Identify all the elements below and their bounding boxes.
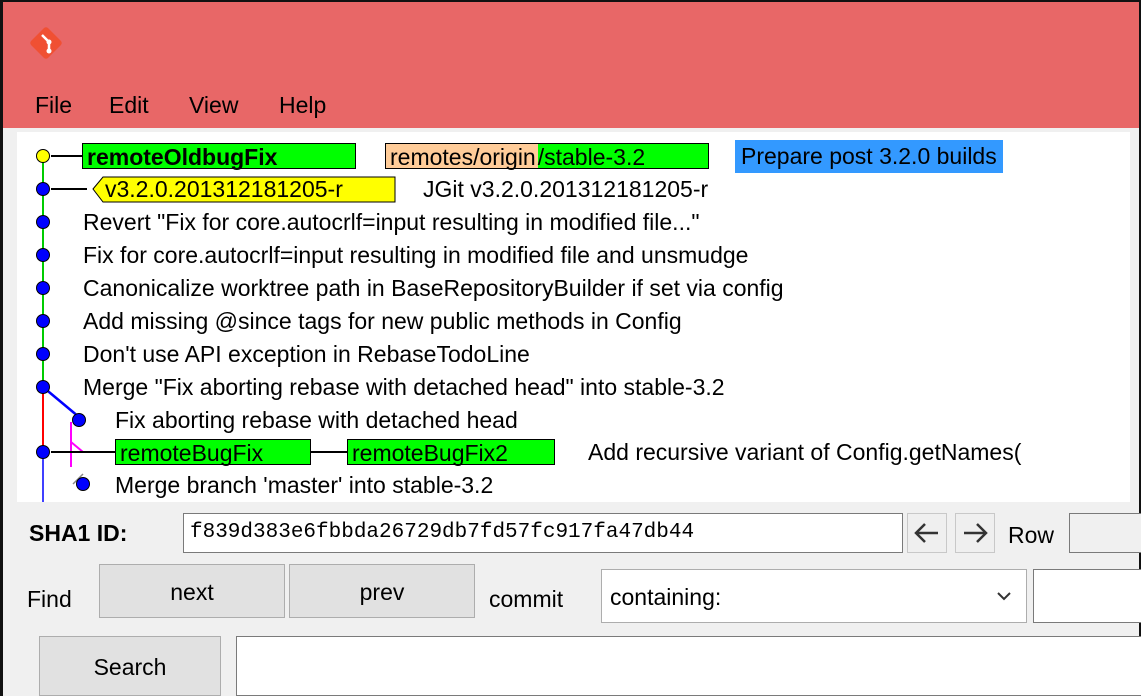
menu-edit[interactable]: Edit <box>109 92 149 119</box>
find-label: Find <box>27 586 72 612</box>
commit-row[interactable]: v3.2.0.201312181205-r JGit v3.2.0.201312… <box>17 173 1130 206</box>
branch-tag-head[interactable]: remoteOldbugFix <box>82 143 356 170</box>
row-field[interactable] <box>1069 513 1141 553</box>
search-button[interactable]: Search <box>39 636 221 696</box>
release-tag[interactable]: v3.2.0.201312181205-r <box>105 173 343 206</box>
remote-branch-name: /stable-3.2 <box>537 144 646 170</box>
sha-id-field[interactable]: f839d383e6fbbda26729db7fd57fc917fa47db44 <box>183 513 903 553</box>
prev-button[interactable]: prev <box>289 564 475 618</box>
commit-row[interactable]: remoteOldbugFix remotes/origin/stable-3.… <box>17 140 1130 173</box>
find-field[interactable] <box>1033 569 1141 623</box>
find-bar: Find next prev commit containing: <box>3 564 1141 624</box>
menu-help[interactable]: Help <box>279 92 326 119</box>
commit-subject: Fix for core.autocrlf=input resulting in… <box>83 242 749 268</box>
back-button[interactable] <box>907 513 947 553</box>
git-diamond-icon <box>30 27 62 59</box>
commit-subject: Merge branch 'master' into stable-3.2 <box>115 472 494 498</box>
commit-node <box>36 380 50 394</box>
blue-merge-line <box>42 386 80 418</box>
branch-tag[interactable]: remoteBugFix <box>115 439 311 466</box>
branch-tag[interactable]: remoteBugFix2 <box>347 439 555 466</box>
row-label: Row <box>1008 522 1055 548</box>
title-bar[interactable] <box>3 2 1139 80</box>
gitk-window: File Edit View Help remoteOldbugFix remo… <box>0 0 1141 696</box>
commit-subject-selected: Prepare post 3.2.0 builds <box>735 140 1003 173</box>
commit-node <box>36 248 50 262</box>
commit-subject: Don't use API exception in RebaseTodoLin… <box>83 341 530 367</box>
menu-view[interactable]: View <box>189 92 238 119</box>
find-mode-select[interactable]: containing: <box>601 569 1027 623</box>
search-input[interactable] <box>236 636 1141 696</box>
commit-subject: Revert "Fix for core.autocrlf=input resu… <box>83 209 700 235</box>
sha-bar: SHA1 ID: f839d383e6fbbda26729db7fd57fc91… <box>3 508 1141 558</box>
chevron-down-icon <box>997 592 1011 601</box>
remote-branch-tag[interactable]: remotes/origin/stable-3.2 <box>385 143 709 170</box>
menu-bar: File Edit View Help <box>3 80 1139 128</box>
commit-node <box>72 413 86 427</box>
commit-node <box>36 215 50 229</box>
arrow-left-icon <box>914 523 938 543</box>
remote-prefix: remotes/origin <box>386 144 538 170</box>
commit-node <box>36 281 50 295</box>
commit-subject: Canonicalize worktree path in BaseReposi… <box>83 275 784 301</box>
commit-subject: Add missing @since tags for new public m… <box>83 308 682 334</box>
menu-file[interactable]: File <box>35 92 72 119</box>
next-button[interactable]: next <box>99 564 285 618</box>
commit-subject: JGit v3.2.0.201312181205-r <box>423 176 709 202</box>
commit-label: commit <box>489 586 564 612</box>
commit-node <box>76 477 90 491</box>
commit-node <box>36 347 50 361</box>
forward-button[interactable] <box>955 513 995 553</box>
commit-node <box>36 314 50 328</box>
arrow-right-icon <box>964 523 988 543</box>
sha-label: SHA1 ID: <box>29 520 128 546</box>
commit-subject: Add recursive variant of Config.getNames… <box>588 439 1022 465</box>
commit-subject: Merge "Fix aborting rebase with detached… <box>83 374 725 400</box>
find-mode-value: containing: <box>610 584 722 610</box>
commit-row[interactable]: remoteBugFix remoteBugFix2 Add recursive… <box>17 436 1130 469</box>
commit-graph-pane[interactable]: remoteOldbugFix remotes/origin/stable-3.… <box>17 132 1130 502</box>
commit-subject: Fix aborting rebase with detached head <box>115 407 518 433</box>
ref-connector <box>311 451 347 453</box>
search-bar: Search <box>3 636 1141 698</box>
